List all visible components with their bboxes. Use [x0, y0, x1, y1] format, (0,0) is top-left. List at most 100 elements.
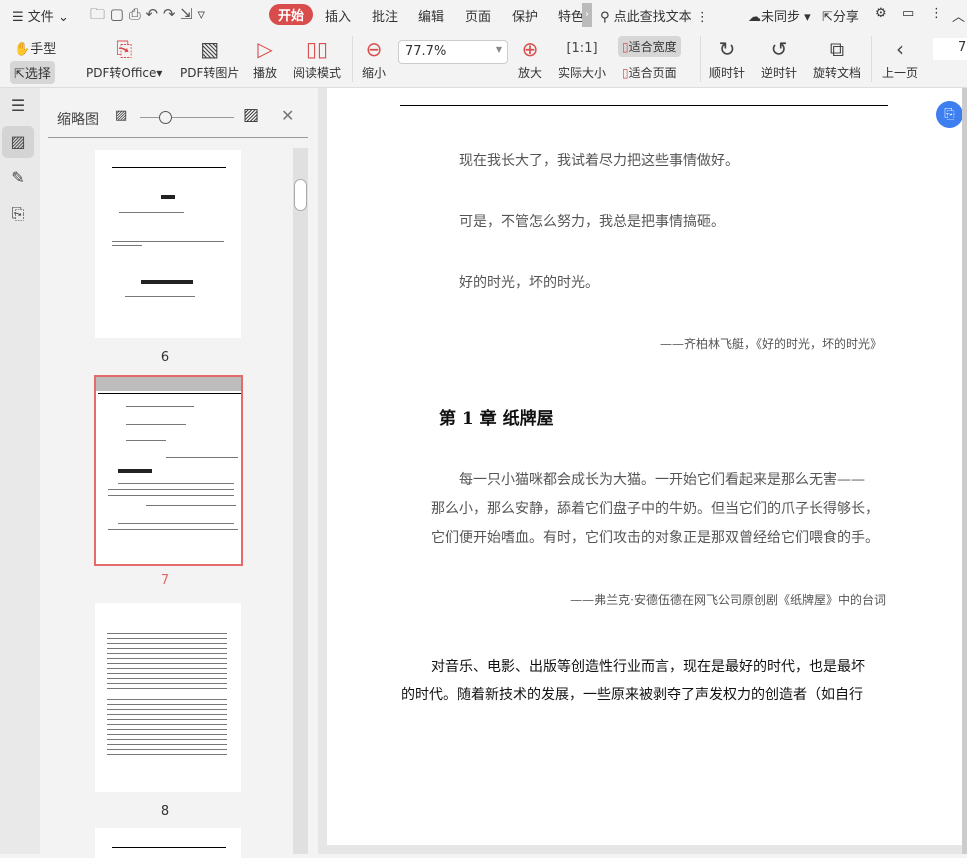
epigraph-line: 可是，不管怎么努力，我总是把事情搞砸。: [459, 214, 725, 230]
left-rail: ☰ ▨ ✎ ⎘: [0, 88, 40, 854]
sync-label: 未同步: [761, 10, 801, 25]
rotate-ccw-button[interactable]: ↺ 逆时针: [761, 36, 797, 81]
rotate-doc-icon: ⧉: [829, 37, 845, 61]
play-button[interactable]: ▷ 播放: [253, 36, 277, 81]
thumbnail-page-8[interactable]: [95, 603, 241, 792]
fit-width-button[interactable]: ▯适合宽度: [618, 36, 681, 57]
cloud-icon: ☁: [748, 10, 761, 25]
settings-icon[interactable]: ⚙: [875, 6, 887, 21]
outline-icon[interactable]: ☰: [2, 90, 34, 122]
small-image-icon[interactable]: ▨: [115, 108, 127, 123]
rotate-doc-label: 旋转文档: [813, 66, 862, 80]
book-icon: ▯▯: [306, 37, 329, 61]
fit-width-icon: ▯: [622, 40, 629, 54]
pdf-to-office-button[interactable]: ⎘ PDF转Office▾: [86, 36, 162, 81]
convert-icon[interactable]: ⎘: [2, 198, 34, 230]
tab-scroll-right[interactable]: ›: [582, 3, 592, 27]
thumbnail-page-7[interactable]: [94, 375, 243, 566]
rotate-cw-button[interactable]: ↻ 顺时针: [709, 36, 745, 81]
feedback-icon[interactable]: ▭: [902, 6, 914, 21]
sync-button[interactable]: ☁未同步 ▾: [748, 6, 811, 25]
search-box[interactable]: ⚲ 点此查找文本 ⋮: [600, 6, 709, 25]
fit-page-icon: ▯: [622, 66, 629, 80]
zoom-out-icon: ⊖: [365, 37, 383, 61]
zoom-out-label: 缩小: [362, 66, 387, 80]
large-image-icon[interactable]: ▨: [243, 105, 259, 125]
actual-size-button[interactable]: [1:1] 实际大小: [558, 36, 606, 81]
tab-special[interactable]: 特色: [558, 6, 582, 25]
play-label: 播放: [253, 66, 278, 80]
image-icon: ▧: [200, 37, 220, 61]
cursor-icon: ⇱: [14, 67, 25, 82]
zoom-in-icon: ⊕: [521, 37, 539, 61]
actual-size-label: 实际大小: [558, 66, 607, 80]
quote-line: 那么小，那么安静，舔着它们盘子中的牛奶。但当它们的爪子长得够长，: [431, 501, 879, 517]
read-mode-button[interactable]: ▯▯ 阅读模式: [293, 36, 341, 81]
quick-access-icons[interactable]: 🗀 ▢ ⎙ ↶ ↷ ⇲ ▿: [90, 4, 205, 29]
document-scrollbar[interactable]: [962, 88, 967, 854]
tab-start[interactable]: 开始: [269, 4, 314, 25]
file-menu[interactable]: ☰ 文件 ⌄: [12, 6, 69, 25]
hand-icon: ✋: [14, 42, 31, 57]
quote-line: 它们便开始嗜血。有时，它们攻击的对象正是那双曾经给它们喂食的手。: [431, 530, 879, 546]
close-icon[interactable]: ✕: [281, 106, 294, 125]
pdf-to-office-label: PDF转Office: [86, 66, 157, 80]
share-label: 分享: [832, 10, 859, 25]
page-number-input[interactable]: 7: [933, 38, 967, 60]
file-label: 文件: [27, 10, 54, 25]
search-label: 点此查找文本: [613, 10, 692, 25]
tab-page[interactable]: 页面: [465, 6, 491, 25]
select-tool[interactable]: ⇱选择: [10, 61, 55, 84]
body-line: 对音乐、电影、出版等创造性行业而言，现在是最好的时代，也是最坏: [431, 659, 865, 675]
scrollbar-thumb[interactable]: [294, 179, 307, 211]
document-page: 现在我长大了，我试着尽力把这些事情做好。 可是，不管怎么努力，我总是把事情搞砸。…: [327, 88, 962, 845]
share-icon: ⇱: [822, 10, 833, 25]
collapse-icon[interactable]: ︿: [952, 6, 965, 25]
zoom-select[interactable]: 77.7% ▼: [398, 40, 508, 64]
menu-bar: ☰ 文件 ⌄ 🗀 ▢ ⎙ ↶ ↷ ⇲ ▿ 开始 插入 批注 编辑 页面 保护 特…: [0, 0, 967, 30]
zoom-out-button[interactable]: ⊖ 缩小: [362, 36, 386, 81]
panel-title: 缩略图: [57, 112, 99, 128]
page-label-7: 7: [160, 573, 170, 588]
tab-comment[interactable]: 批注: [372, 6, 398, 25]
thumbnail-size-slider[interactable]: [140, 117, 234, 118]
thumbnail-icon[interactable]: ▨: [2, 126, 34, 158]
share-button[interactable]: ⇱分享: [822, 6, 859, 25]
chevron-down-icon: ▼: [495, 45, 502, 54]
select-label: 选择: [24, 67, 51, 82]
slider-handle[interactable]: [159, 111, 172, 124]
tab-protect[interactable]: 保护: [512, 6, 538, 25]
thumbnail-page-6[interactable]: [95, 150, 241, 338]
convert-icon: ⎘: [944, 107, 955, 122]
search-icon: ⚲: [600, 10, 610, 25]
fit-width-label: 适合宽度: [628, 40, 677, 54]
rotate-cw-label: 顺时针: [709, 66, 746, 80]
annotation-pen-icon[interactable]: ✎: [2, 162, 34, 194]
epigraph-source: ——齐柏林飞艇，《好的时光，坏的时光》: [659, 337, 882, 351]
pdf-convert-icon: ⎘: [116, 37, 133, 61]
tab-insert[interactable]: 插入: [325, 6, 351, 25]
zoom-in-label: 放大: [518, 66, 543, 80]
zoom-value: 77.7%: [405, 44, 447, 59]
epigraph-line: 现在我长大了，我试着尽力把这些事情做好。: [459, 153, 739, 169]
chevron-left-icon: ‹: [896, 37, 904, 61]
more-icon[interactable]: ⋮: [930, 6, 943, 21]
panel-scrollbar[interactable]: [293, 148, 308, 854]
convert-float-button[interactable]: ⎘: [936, 101, 963, 128]
rotate-cw-icon: ↻: [718, 37, 736, 61]
pdf-to-image-button[interactable]: ▧ PDF转图片: [180, 36, 239, 81]
fit-page-label: 适合页面: [628, 66, 677, 80]
fit-page-button[interactable]: ▯适合页面: [622, 64, 677, 81]
play-icon: ▷: [257, 37, 273, 61]
pdf-to-image-label: PDF转图片: [180, 66, 240, 80]
prev-page-label: 上一页: [882, 66, 919, 80]
rotate-doc-button[interactable]: ⧉ 旋转文档: [813, 36, 861, 81]
epigraph-line: 好的时光，坏的时光。: [459, 275, 599, 291]
tab-edit[interactable]: 编辑: [418, 6, 444, 25]
hand-tool[interactable]: ✋手型: [14, 38, 56, 57]
rotate-ccw-label: 逆时针: [761, 66, 798, 80]
prev-page-button[interactable]: ‹ 上一页: [882, 36, 918, 81]
toolbar: ✋手型 ⇱选择 ⎘ PDF转Office▾ ▧ PDF转图片 ▷ 播放 ▯▯ 阅读模式 …: [0, 30, 967, 88]
zoom-in-button[interactable]: ⊕ 放大: [518, 36, 542, 81]
chapter-title: 第 1 章 纸牌屋: [439, 409, 554, 429]
